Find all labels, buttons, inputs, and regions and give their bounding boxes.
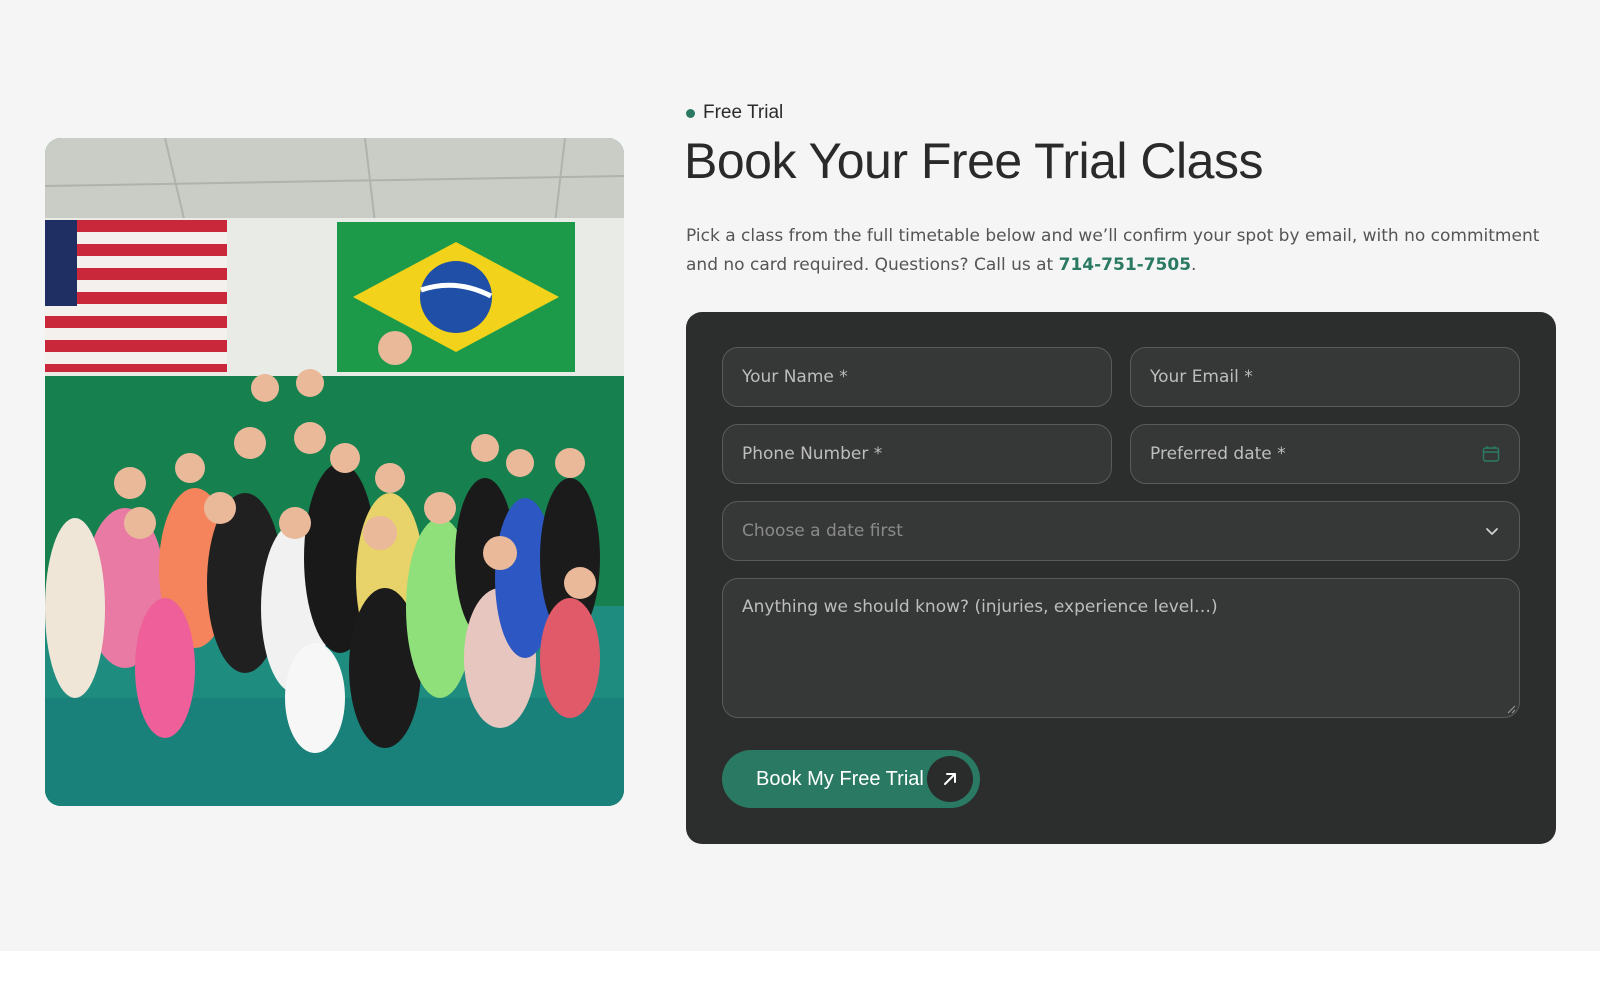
email-input[interactable]	[1150, 367, 1500, 387]
arrow-up-right-icon	[927, 756, 973, 802]
eyebrow-label: Free Trial	[703, 102, 784, 123]
chevron-down-icon[interactable]	[1484, 523, 1500, 539]
phone-field[interactable]	[722, 424, 1112, 484]
submit-button[interactable]: Book My Free Trial	[722, 750, 980, 808]
phone-input[interactable]	[742, 444, 1092, 464]
calendar-icon[interactable]	[1482, 445, 1500, 463]
notes-field[interactable]: Anything we should know? (injuries, expe…	[722, 578, 1520, 718]
description-end: .	[1191, 255, 1197, 275]
group-photo	[45, 138, 624, 806]
submit-button-label: Book My Free Trial	[756, 767, 924, 790]
name-input[interactable]	[742, 367, 1092, 387]
phone-link[interactable]: 714-751-7505	[1059, 255, 1191, 275]
class-select[interactable]: Choose a date first	[722, 501, 1520, 561]
eyebrow: Free Trial	[686, 102, 783, 124]
email-field[interactable]	[1130, 347, 1520, 407]
preferred-date-field[interactable]: Preferred date *	[1130, 424, 1520, 484]
resize-handle-icon[interactable]	[1506, 704, 1516, 714]
free-trial-section: Free Trial Book Your Free Trial Class Pi…	[0, 0, 1600, 951]
page-title: Book Your Free Trial Class	[684, 133, 1263, 189]
booking-form: Preferred date * Choose a date first Any…	[686, 312, 1556, 844]
group-photo-image	[45, 138, 624, 806]
notes-placeholder: Anything we should know? (injuries, expe…	[742, 597, 1218, 617]
description: Pick a class from the full timetable bel…	[686, 222, 1566, 280]
eyebrow-dot-icon	[686, 108, 695, 118]
preferred-date-placeholder: Preferred date *	[1150, 444, 1286, 464]
name-field[interactable]	[722, 347, 1112, 407]
class-select-placeholder: Choose a date first	[742, 521, 903, 541]
